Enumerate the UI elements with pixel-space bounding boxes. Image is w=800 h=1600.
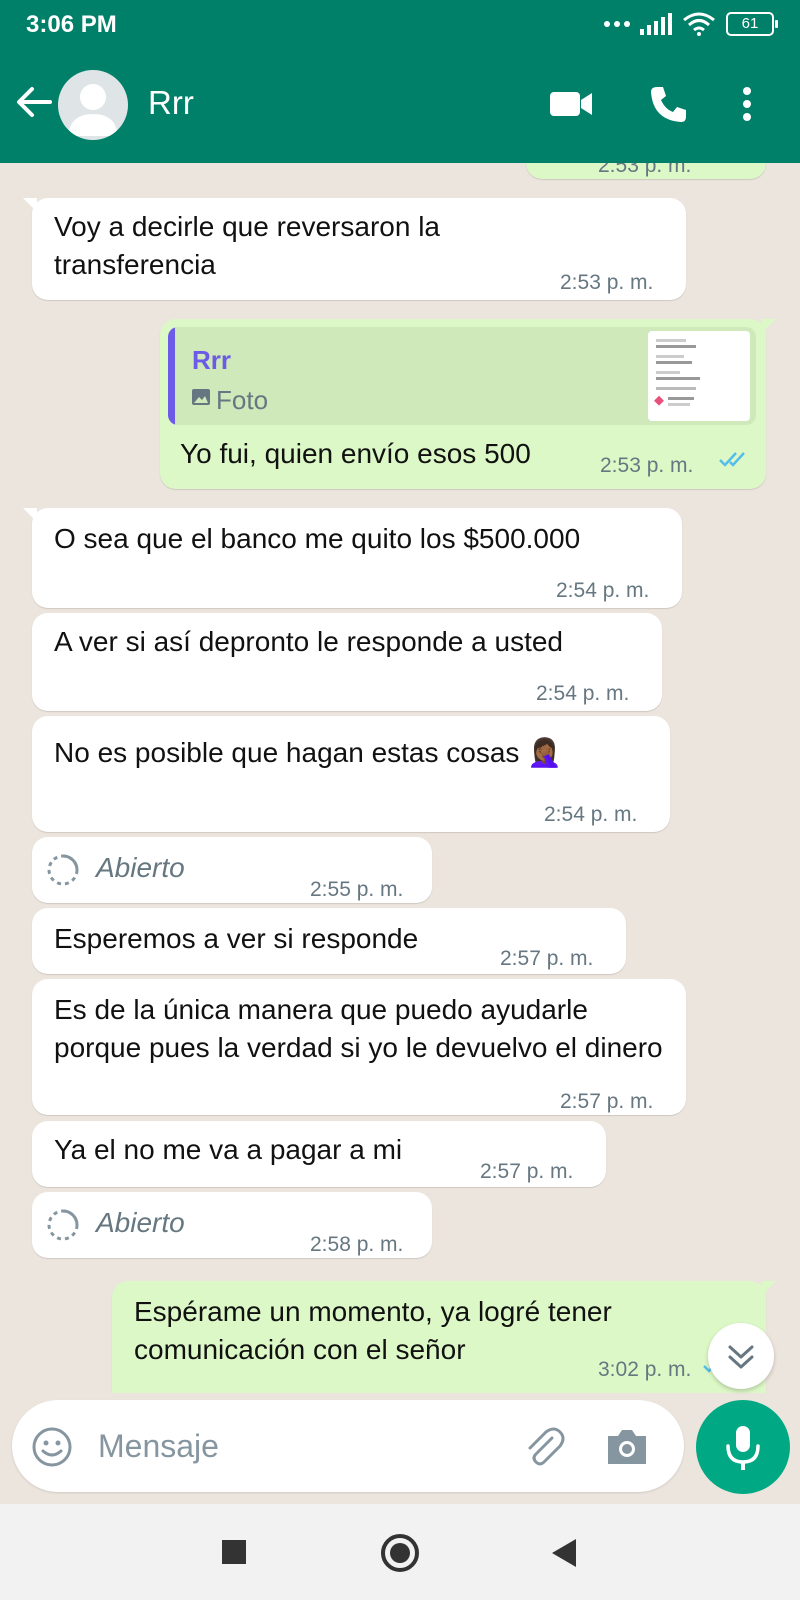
- message-bubble-deleted[interactable]: Abierto 2:55 p. m.: [32, 837, 432, 903]
- read-receipt-icon: [719, 452, 745, 467]
- emoji-icon[interactable]: [30, 1425, 74, 1469]
- battery-icon: 61: [726, 12, 778, 36]
- view-once-icon: [47, 854, 79, 886]
- voice-message-button[interactable]: [696, 1400, 790, 1494]
- message-time: 2:53 p. m.: [600, 454, 694, 477]
- home-button[interactable]: [381, 1534, 419, 1572]
- microphone-icon: [726, 1426, 760, 1470]
- system-back-button[interactable]: [552, 1539, 576, 1567]
- message-text: Es de la única manera que puedo ayudarle…: [54, 994, 663, 1063]
- contact-avatar[interactable]: [58, 70, 128, 140]
- message-bubble-incoming[interactable]: Voy a decirle que reversaron la transfer…: [23, 198, 686, 300]
- status-time: 3:06 PM: [26, 11, 117, 38]
- message-text: No es posible que hagan estas cosas 🤦🏾‍♀…: [54, 737, 563, 768]
- message-bubble-incoming[interactable]: A ver si así depronto le responde a uste…: [32, 613, 662, 711]
- message-text: Abierto: [96, 852, 185, 883]
- message-time: 2:53 p. m.: [560, 271, 654, 294]
- message-input[interactable]: Mensaje: [98, 1428, 219, 1465]
- contact-name[interactable]: Rrr: [148, 84, 194, 122]
- message-bubble-incoming[interactable]: Esperemos a ver si responde 2:57 p. m.: [32, 908, 626, 974]
- double-chevron-down-icon: [728, 1345, 754, 1369]
- message-text: Yo fui, quien envío esos 500: [180, 438, 531, 469]
- more-options-icon[interactable]: [740, 84, 754, 124]
- message-time: 2:58 p. m.: [310, 1233, 404, 1256]
- message-time: 2:54 p. m.: [536, 682, 630, 705]
- message-bubble-outgoing[interactable]: Rrr Foto Yo fui, quien envío esos 500 2:…: [160, 319, 776, 489]
- attach-icon[interactable]: [522, 1424, 566, 1468]
- message-text: Abierto: [96, 1207, 185, 1238]
- message-text: Ya el no me va a pagar a mi: [54, 1134, 403, 1165]
- quoted-type: Foto: [216, 385, 269, 415]
- back-arrow-icon[interactable]: [14, 82, 54, 122]
- chat-area[interactable]: 2:53 p. m. Voy a decirle que reversaron …: [0, 163, 800, 1393]
- message-text: A ver si así depronto le responde a uste…: [54, 626, 563, 657]
- default-avatar-icon: [68, 84, 118, 136]
- message-time: 3:02 p. m.: [598, 1358, 692, 1381]
- message-composer[interactable]: Mensaje: [12, 1400, 684, 1492]
- chat-header: Rrr: [0, 50, 800, 163]
- status-bar: 3:06 PM 61: [0, 0, 800, 50]
- more-notifications-icon: [604, 21, 630, 27]
- view-once-icon: [47, 1209, 79, 1241]
- message-bubble-incoming[interactable]: No es posible que hagan estas cosas 🤦🏾‍♀…: [32, 716, 670, 832]
- quoted-photo-thumbnail: [648, 331, 750, 421]
- scroll-to-bottom-button[interactable]: [708, 1323, 774, 1389]
- system-navigation-bar: [0, 1504, 800, 1600]
- quoted-sender: Rrr: [192, 345, 232, 375]
- message-bubble-outgoing[interactable]: 2:53 p. m.: [526, 163, 766, 179]
- message-bubble-deleted[interactable]: Abierto 2:58 p. m.: [32, 1192, 432, 1258]
- message-time: 2:53 p. m.: [598, 163, 692, 177]
- recents-button[interactable]: [222, 1540, 246, 1564]
- message-bubble-outgoing[interactable]: Espérame un momento, ya logré tener comu…: [112, 1281, 776, 1393]
- message-time: 2:54 p. m.: [544, 803, 638, 826]
- message-text: Esperemos a ver si responde: [54, 923, 419, 954]
- message-bubble-incoming[interactable]: O sea que el banco me quito los $500.000…: [23, 508, 682, 608]
- wifi-icon: [683, 12, 715, 36]
- message-bubble-incoming[interactable]: Ya el no me va a pagar a mi 2:57 p. m.: [32, 1121, 606, 1187]
- quoted-message[interactable]: Rrr Foto: [168, 327, 756, 425]
- photo-icon: [192, 389, 210, 405]
- cell-signal-icon: [640, 13, 672, 35]
- message-time: 2:57 p. m.: [500, 947, 594, 970]
- message-text: O sea que el banco me quito los $500.000: [54, 523, 581, 554]
- video-call-icon[interactable]: [548, 84, 594, 124]
- message-time: 2:54 p. m.: [556, 579, 650, 602]
- battery-level: 61: [741, 15, 759, 32]
- status-icons: 61: [604, 12, 778, 36]
- message-text: Voy a decirle que reversaron la transfer…: [54, 211, 440, 280]
- message-time: 2:57 p. m.: [480, 1160, 574, 1183]
- camera-icon[interactable]: [604, 1426, 650, 1468]
- message-time: 2:57 p. m.: [560, 1090, 654, 1113]
- message-bubble-incoming[interactable]: Es de la única manera que puedo ayudarle…: [32, 979, 686, 1115]
- voice-call-icon[interactable]: [648, 84, 688, 124]
- message-time: 2:55 p. m.: [310, 878, 404, 901]
